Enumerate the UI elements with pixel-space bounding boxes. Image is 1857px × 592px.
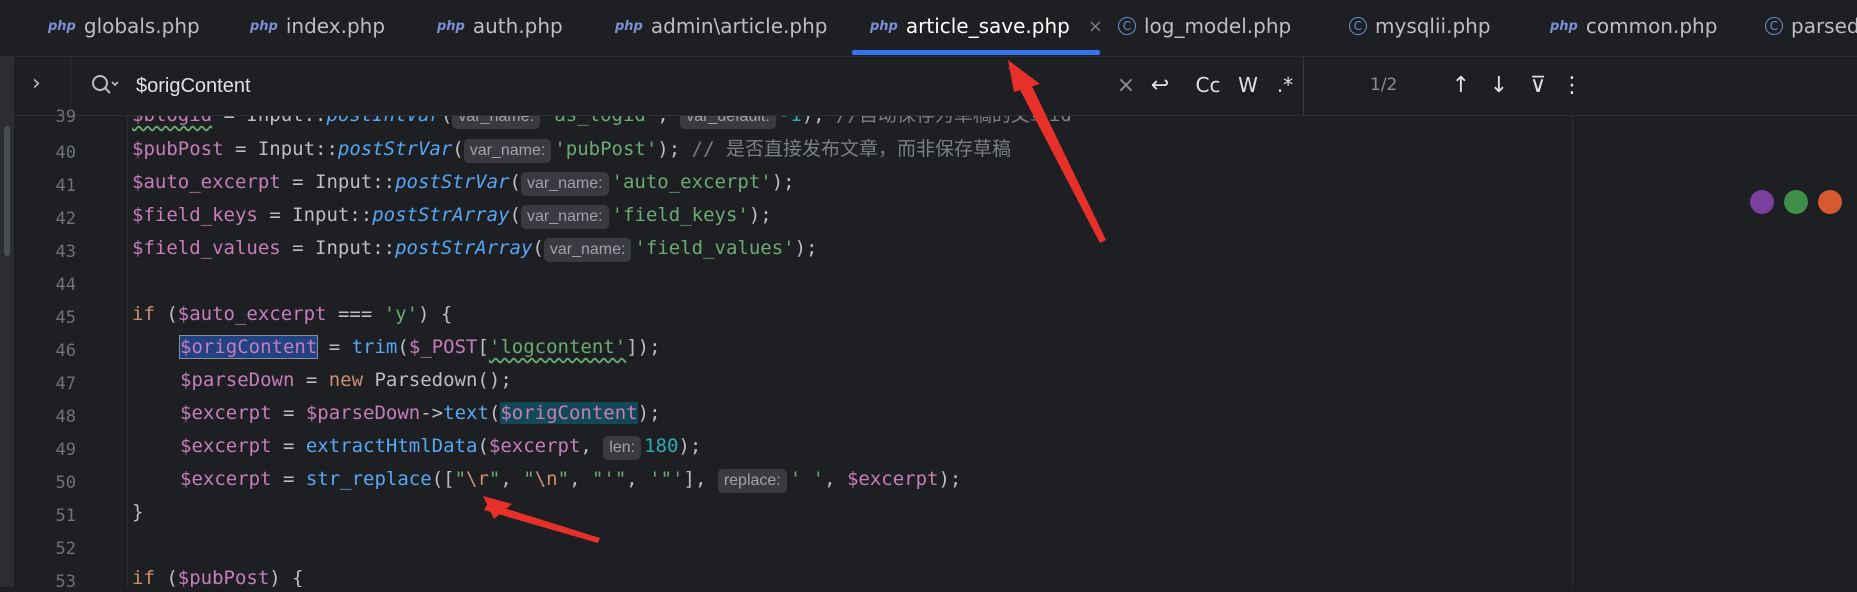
tab-admin-article[interactable]: php admin\article.php xyxy=(615,0,827,52)
filter-icon[interactable]: ⊽ xyxy=(1523,69,1553,101)
tab-mysqlii[interactable]: C mysqlii.php xyxy=(1349,0,1491,52)
code-line: $pubPost = Input::postStrVar(var_name:'p… xyxy=(132,133,1011,166)
new-line-icon[interactable]: ↩ xyxy=(1144,69,1176,101)
tab-label: mysqlii.php xyxy=(1375,14,1491,38)
search-history-icon[interactable] xyxy=(88,70,120,100)
code-line: $excerpt = str_replace(["\r", "\n", "'",… xyxy=(180,463,961,496)
active-tab-indicator xyxy=(852,50,1100,55)
inlay-hint: var_name: xyxy=(463,139,552,163)
line-number: 41 xyxy=(55,176,76,196)
chrome-icon[interactable] xyxy=(1784,190,1808,214)
find-bar: › × ↩ Cc W .* 1/2 ↑ ↓ ⊽ ⋮ xyxy=(14,57,1857,116)
php-file-icon: php xyxy=(250,18,278,34)
php-file-icon: php xyxy=(1550,18,1578,34)
line-number: 39 xyxy=(55,107,76,127)
code-line: $auto_excerpt = Input::postStrVar(var_na… xyxy=(132,166,795,199)
php-file-icon: php xyxy=(48,18,76,34)
search-match: $origContent xyxy=(500,402,638,424)
tab-label: log_model.php xyxy=(1144,14,1292,38)
tab-globals[interactable]: php globals.php xyxy=(48,0,200,52)
code-editor[interactable]: $blogid = Input::postIntVar(var_name:'as… xyxy=(132,116,1572,587)
code-line: if ($auto_excerpt === 'y') { xyxy=(132,303,453,325)
tab-label: admin\article.php xyxy=(650,14,828,38)
match-count: 1/2 xyxy=(1370,75,1398,95)
tab-auth[interactable]: php auth.php xyxy=(437,0,563,52)
code-line: $origContent = trim($_POST['logcontent']… xyxy=(178,335,661,359)
inlay-hint: var_name: xyxy=(520,205,609,229)
class-file-icon: C xyxy=(1349,17,1367,35)
php-file-icon: php xyxy=(615,18,643,34)
app-tray xyxy=(1750,180,1857,224)
editor-tab-bar: php globals.php php index.php php auth.p… xyxy=(0,0,1857,57)
next-occurrence-icon[interactable]: ↓ xyxy=(1484,69,1514,101)
chevron-right-icon[interactable]: › xyxy=(32,71,41,96)
match-case-button[interactable]: Cc xyxy=(1190,69,1226,101)
code-line: if ($pubPost) { xyxy=(132,567,304,587)
line-number: 45 xyxy=(55,308,76,328)
code-line: $field_values = Input::postStrArray(var_… xyxy=(132,232,817,265)
tab-label: globals.php xyxy=(83,14,200,38)
code-line: $excerpt = extractHtmlData($excerpt, len… xyxy=(180,430,701,463)
divider xyxy=(1303,57,1304,115)
scroll-thumb[interactable] xyxy=(4,126,10,256)
regex-button[interactable]: .* xyxy=(1270,69,1300,101)
tab-common[interactable]: php common.php xyxy=(1550,0,1717,52)
class-file-icon: C xyxy=(1765,17,1783,35)
line-number: 40 xyxy=(55,143,76,163)
code-line: } xyxy=(132,501,144,523)
code-line: $parseDown = new Parsedown(); xyxy=(180,369,512,391)
line-number: 49 xyxy=(55,440,76,460)
left-scroll-strip xyxy=(0,0,14,587)
gutter-divider xyxy=(127,116,128,587)
tab-label: common.php xyxy=(1585,14,1718,38)
php-file-icon: php xyxy=(870,18,898,34)
inlay-hint: replace: xyxy=(717,469,787,493)
inlay-hint: var_name: xyxy=(543,238,632,262)
class-file-icon: C xyxy=(1118,17,1136,35)
php-file-icon: php xyxy=(437,18,465,34)
firefox-icon[interactable] xyxy=(1818,190,1842,214)
line-number: 42 xyxy=(55,209,76,229)
tab-article-save[interactable]: php article_save.php × xyxy=(870,0,1103,52)
code-line: $excerpt = $parseDown->text($origContent… xyxy=(180,402,661,424)
inlay-hint: var_name: xyxy=(520,172,609,196)
more-options-icon[interactable]: ⋮ xyxy=(1559,69,1585,101)
code-line: $blogid = Input::postIntVar(var_name:'as… xyxy=(132,116,1072,132)
line-number: 46 xyxy=(55,341,76,361)
inlay-hint: var_default: xyxy=(680,116,776,129)
line-number: 52 xyxy=(55,539,76,559)
tab-label: auth.php xyxy=(472,14,563,38)
tab-label: article_save.php xyxy=(905,14,1070,38)
clear-search-icon[interactable]: × xyxy=(1114,69,1138,101)
line-number: 53 xyxy=(55,572,76,592)
line-number: 50 xyxy=(55,473,76,493)
tab-parsedown[interactable]: C parsed xyxy=(1765,0,1857,52)
code-line: $field_keys = Input::postStrArray(var_na… xyxy=(132,199,772,232)
tab-log-model[interactable]: C log_model.php xyxy=(1118,0,1291,52)
phpstorm-icon[interactable] xyxy=(1750,190,1774,214)
line-number: 44 xyxy=(55,275,76,295)
line-number: 48 xyxy=(55,407,76,427)
inlay-hint: len: xyxy=(603,436,642,460)
previous-occurrence-icon[interactable]: ↑ xyxy=(1446,69,1476,101)
tab-label: index.php xyxy=(285,14,386,38)
search-input[interactable] xyxy=(134,70,938,102)
close-tab-icon[interactable]: × xyxy=(1088,16,1103,37)
tab-label: parsed xyxy=(1791,14,1857,38)
line-number: 51 xyxy=(55,506,76,526)
line-number: 43 xyxy=(55,242,76,262)
tab-index[interactable]: php index.php xyxy=(250,0,385,52)
whole-words-button[interactable]: W xyxy=(1233,69,1263,101)
search-match-current: $origContent xyxy=(178,335,319,359)
line-number: 47 xyxy=(55,374,76,394)
inlay-hint: var_name: xyxy=(452,116,540,129)
